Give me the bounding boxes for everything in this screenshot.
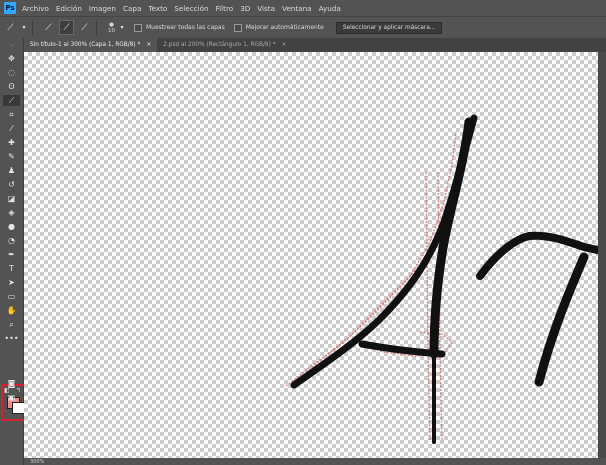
zoom-level[interactable]: 300% [30,459,44,465]
menu-seleccion[interactable]: Selección [174,4,208,13]
menu-3d[interactable]: 3D [240,4,250,13]
brush-size-value: 10 [108,27,115,34]
artwork-drawing [285,114,606,444]
add-to-selection-icon[interactable]: ⟋ [59,20,74,35]
options-bar: ⟋ ▾ ⟋ ⟋ ⟋ ● 10 ▾ Muestrear todas las cap… [0,16,606,39]
path-select-icon[interactable]: ➤ [3,277,20,288]
dodge-icon[interactable]: ◔ [3,235,20,246]
more-icon[interactable]: ••• [3,333,20,344]
menu-archivo[interactable]: Archivo [22,4,49,13]
document-tabs: Sin título-1 al 300% (Capa 1, RGB/8) * ×… [24,38,606,52]
menu-ventana[interactable]: Ventana [282,4,312,13]
subtract-selection-icon[interactable]: ⟋ [78,21,91,34]
tab-label: 2.psd al 200% (Rectángulo 1, RGB/8) * [163,42,276,48]
tool-preset-icon[interactable]: ⟋ [4,21,17,34]
blur-icon[interactable]: ● [3,221,20,232]
chevron-down-icon[interactable]: ▾ [21,21,27,34]
close-icon[interactable]: × [282,42,287,48]
menu-imagen[interactable]: Imagen [89,4,116,13]
auto-enhance-label: Mejorar automáticamente [245,24,324,31]
menu-capa[interactable]: Capa [123,4,141,13]
tab-label: Sin título-1 al 300% (Capa 1, RGB/8) * [30,42,141,48]
history-brush-icon[interactable]: ↺ [3,179,20,190]
healing-icon[interactable]: ✚ [3,137,20,148]
type-icon[interactable]: T [3,263,20,274]
move-icon[interactable]: ✥ [3,53,20,64]
stamp-icon[interactable]: ♟ [3,165,20,176]
quick-selection-icon[interactable]: ⟋ [3,95,20,106]
document-canvas[interactable] [24,52,606,458]
hand-icon[interactable]: ✋ [3,305,20,316]
divider [96,20,97,35]
pen-icon[interactable]: ✒ [3,249,20,260]
menu-edicion[interactable]: Edición [56,4,82,13]
auto-enhance-checkbox[interactable]: Mejorar automáticamente [233,23,324,32]
eraser-icon[interactable]: ◪ [3,193,20,204]
divider [32,20,33,35]
menu-filtro[interactable]: Filtro [216,4,234,13]
menu-ayuda[interactable]: Ayuda [319,4,341,13]
rectangle-icon[interactable]: ▭ [3,291,20,302]
brush-icon[interactable]: ✎ [3,151,20,162]
quick-mask-icon[interactable]: ◙ [3,378,20,389]
menu-texto[interactable]: Texto [148,4,167,13]
crop-icon[interactable]: ⌗ [3,109,20,120]
menu-vista[interactable]: Vista [257,4,275,13]
checkbox-box[interactable] [134,23,142,32]
menu-bar: Ps Archivo Edición Imagen Capa Texto Sel… [0,0,606,16]
new-selection-icon[interactable]: ⟋ [42,21,55,34]
chevron-down-icon[interactable]: ▾ [119,21,125,34]
brush-size-picker[interactable]: ● 10 [108,22,115,34]
checkbox-box[interactable] [233,23,242,32]
select-and-mask-button[interactable]: Seleccionar y aplicar máscara... [335,21,443,34]
sample-all-layers-checkbox[interactable]: Muestrear todas las capas [134,23,225,32]
eyedropper-icon[interactable]: ⁄ [3,123,20,134]
panel-collapse-icon[interactable]: » [3,40,20,51]
status-bar: 300% [24,458,606,465]
tab-2-psd[interactable]: 2.psd al 200% (Rectángulo 1, RGB/8) * × [157,38,292,52]
paint-bucket-icon[interactable]: ◈ [3,207,20,218]
lasso-icon[interactable]: ʘ [3,81,20,92]
photoshop-logo-icon: Ps [4,2,16,14]
tab-sin-titulo-1[interactable]: Sin título-1 al 300% (Capa 1, RGB/8) * × [24,38,158,52]
vertical-scrollbar[interactable] [598,52,606,458]
close-icon[interactable]: × [146,42,151,48]
sample-all-layers-label: Muestrear todas las capas [146,24,225,31]
zoom-icon[interactable]: ⌕ [3,319,20,330]
marquee-icon[interactable]: ◌ [3,67,20,78]
screen-mode-icon[interactable]: ▣ [3,392,20,403]
tools-panel: » ✥ ◌ ʘ ⟋ ⌗ ⁄ ✚ ✎ ♟ ↺ ◪ ◈ ● ◔ ✒ T ➤ ▭ ✋ … [0,38,30,465]
